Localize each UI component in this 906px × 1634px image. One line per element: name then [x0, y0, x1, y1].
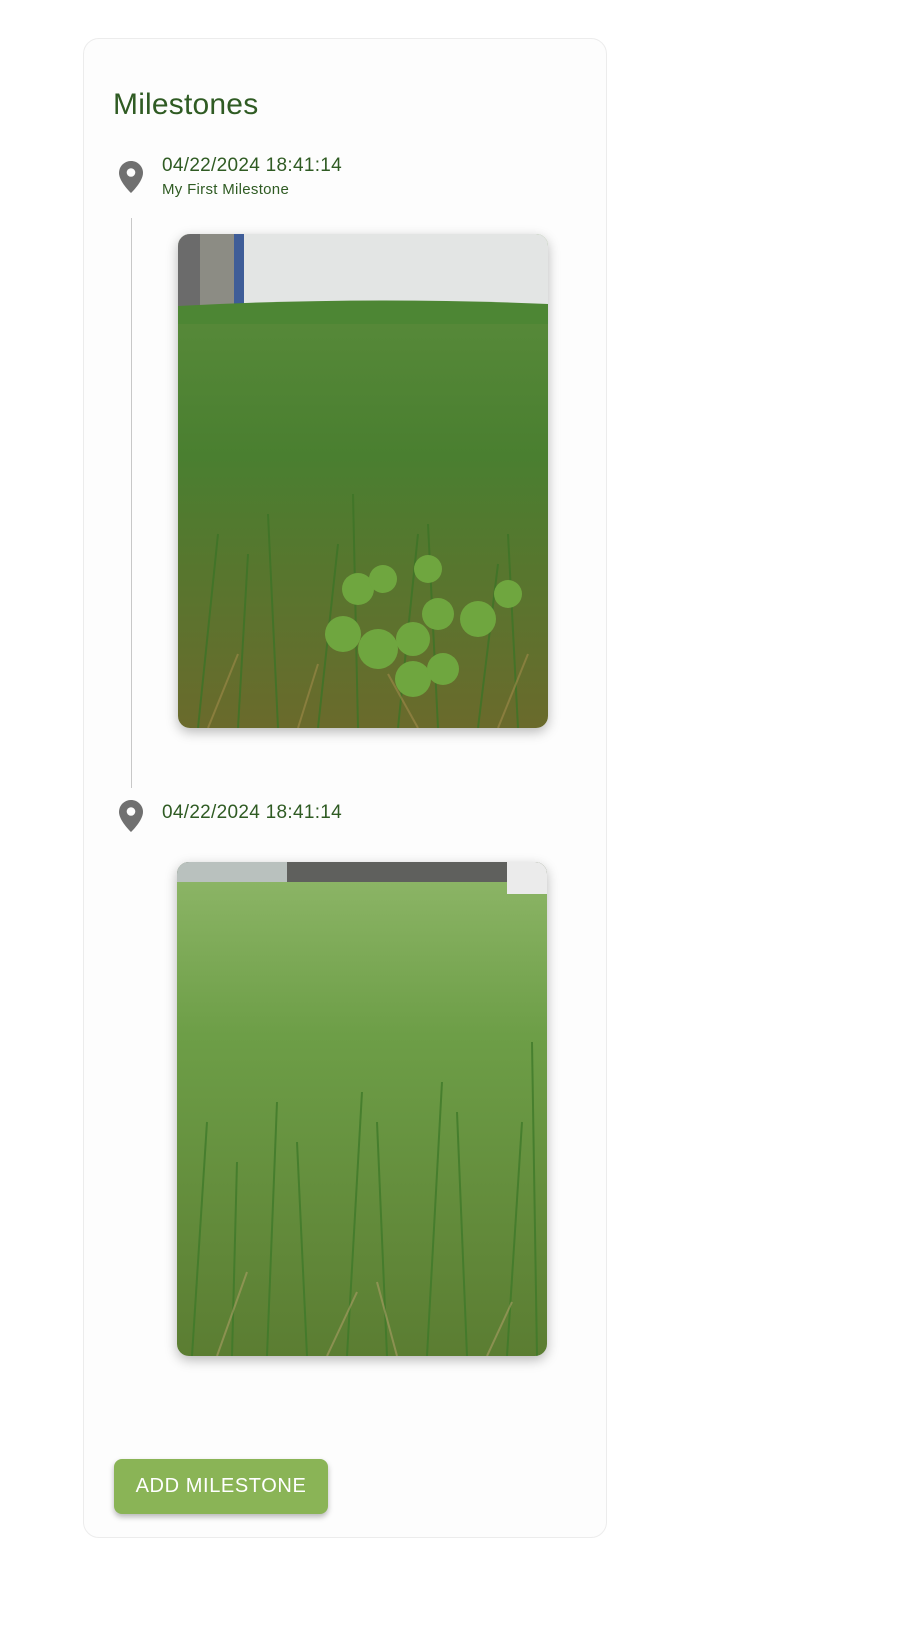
section-title: Milestones	[113, 88, 259, 121]
timeline-connector	[131, 218, 132, 788]
map-pin-icon	[119, 161, 143, 193]
map-pin-icon	[119, 800, 143, 832]
milestone-photo[interactable]	[177, 862, 547, 1356]
milestone-timestamp: 04/22/2024 18:41:14	[162, 155, 343, 176]
milestone-timestamp: 04/22/2024 18:41:14	[162, 802, 343, 823]
add-milestone-button[interactable]: ADD MILESTONE	[114, 1459, 328, 1514]
milestones-card: Milestones 04/22/2024 18:41:14 My First …	[83, 38, 607, 1538]
milestone-photo[interactable]	[178, 234, 548, 728]
milestone-description: My First Milestone	[162, 181, 290, 198]
